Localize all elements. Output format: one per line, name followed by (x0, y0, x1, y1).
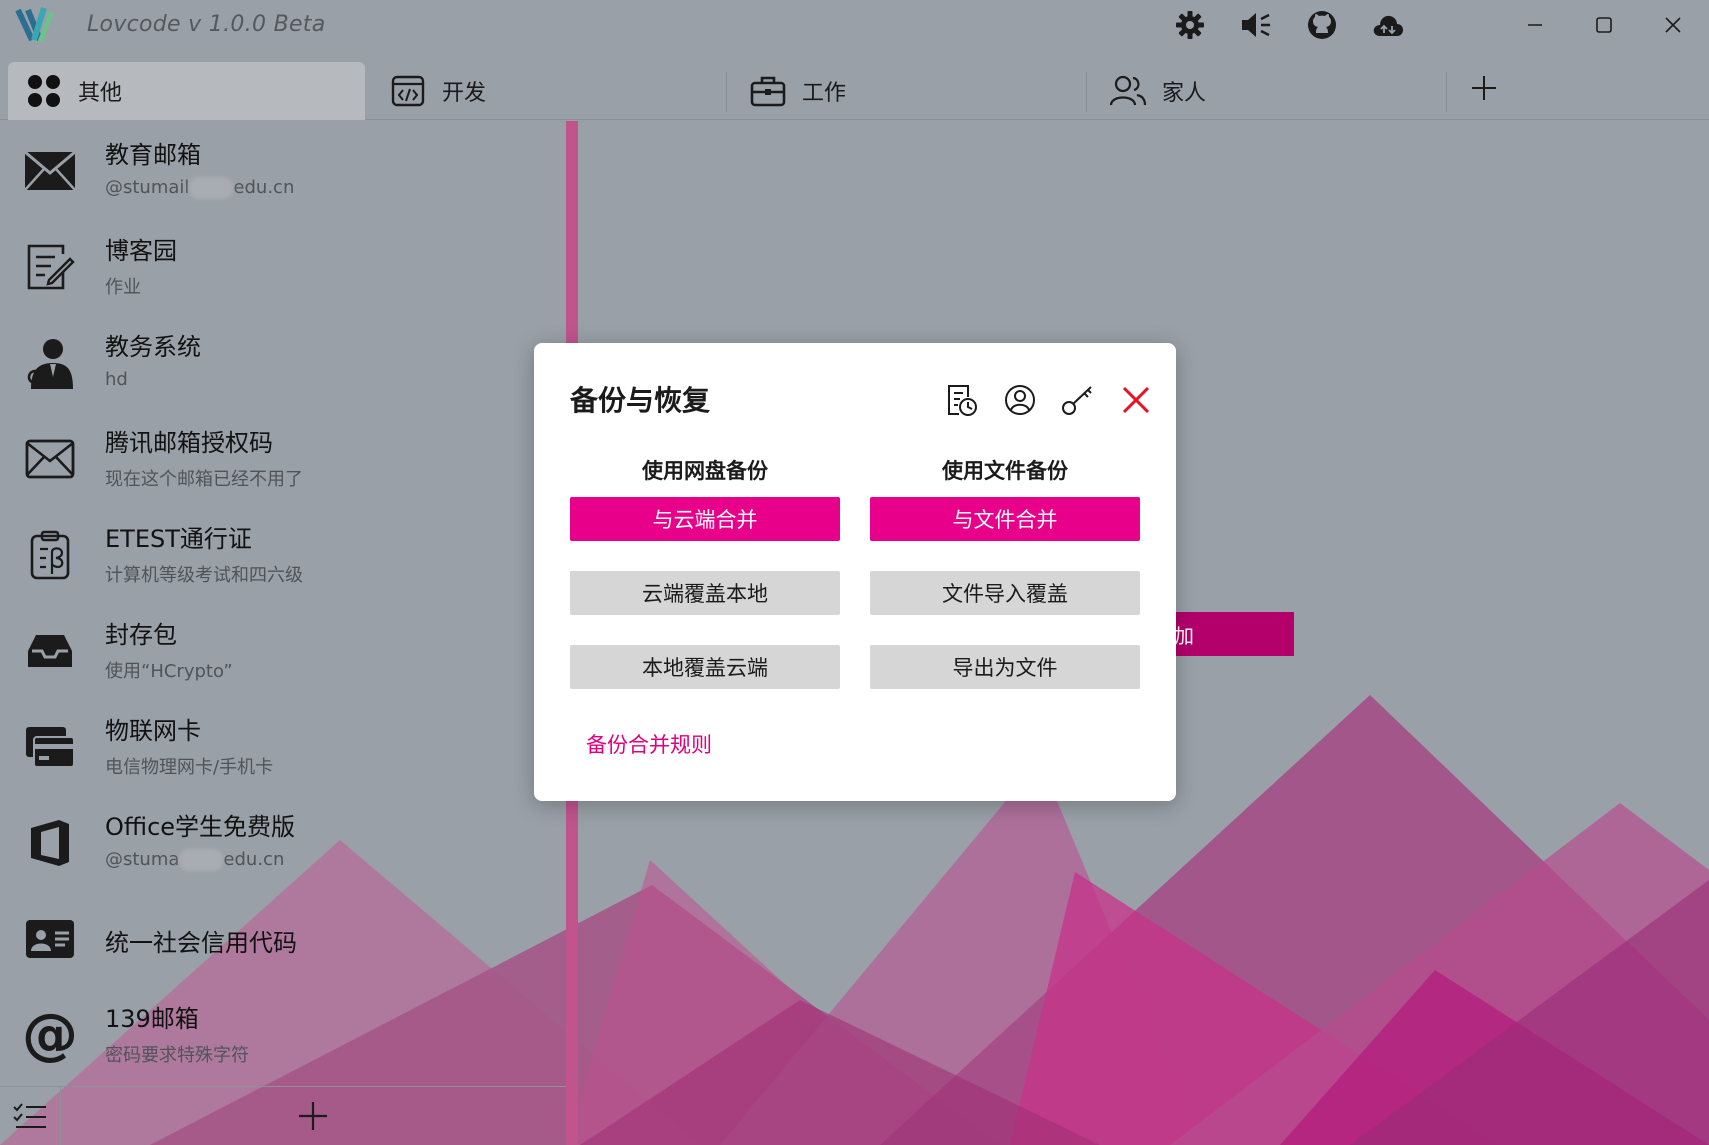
cloud-sync-icon[interactable] (1371, 9, 1405, 41)
title-bar: Lovcode v 1.0.0 Beta (0, 0, 1709, 50)
cloud-overwrite-local-button[interactable]: 云端覆盖本地 (570, 571, 840, 615)
item-name: 139邮箱 (105, 1005, 199, 1033)
list-item[interactable]: @ 139邮箱 密码要求特殊字符 (0, 985, 566, 1081)
tab-bar: 其他 开发 工作 家人 (0, 54, 1709, 120)
code-window-icon (388, 71, 428, 111)
teacher-icon (22, 335, 78, 391)
file-import-overwrite-button[interactable]: 文件导入覆盖 (870, 571, 1140, 615)
item-name: 封存包 (105, 621, 177, 649)
item-subtitle: hd (105, 369, 128, 390)
item-name: Office学生免费版 (105, 813, 296, 841)
clipboard-beta-icon (22, 527, 78, 583)
list-item[interactable]: 封存包 使用“HCrypto” (0, 601, 566, 697)
dialog-title: 备份与恢复 (570, 384, 711, 417)
tab-work[interactable]: 工作 (732, 62, 1084, 120)
at-sign-icon: @ (22, 1002, 78, 1067)
tab-label: 工作 (802, 81, 847, 106)
tab-family[interactable]: 家人 (1092, 62, 1444, 120)
bottom-separator (60, 1087, 61, 1145)
checklist-icon[interactable] (12, 1101, 48, 1133)
tab-label: 家人 (1162, 81, 1207, 106)
item-name: 统一社会信用代码 (105, 929, 297, 957)
account-icon[interactable] (1001, 381, 1039, 419)
apps-grid-icon (24, 71, 64, 111)
item-subtitle: @stuma edu.cn (105, 849, 285, 871)
item-name: 博客园 (105, 237, 177, 265)
item-name: 腾讯邮箱授权码 (105, 429, 273, 457)
note-edit-icon (22, 239, 78, 295)
gear-icon[interactable] (1173, 9, 1207, 41)
people-icon (1108, 71, 1148, 111)
redacted-blur (179, 849, 224, 871)
sidebar-bottom-bar (0, 1086, 566, 1145)
tab-label: 开发 (442, 81, 487, 106)
list-item[interactable]: 物联网卡 电信物理网卡/手机卡 (0, 697, 566, 793)
plus-icon (1472, 76, 1496, 100)
file-backup-heading: 使用文件备份 (942, 459, 1068, 483)
briefcase-icon (748, 71, 788, 111)
maximize-icon[interactable] (1584, 8, 1624, 42)
item-name: ETEST通行证 (105, 525, 252, 553)
tab-other[interactable]: 其他 (8, 62, 365, 120)
id-card-icon (22, 911, 78, 967)
sidebar: 教育邮箱 @stumail edu.cn 博客园 作业 教务系统 hd 腾讯邮箱授… (0, 121, 566, 1086)
item-name: 教务系统 (105, 333, 201, 361)
redacted-blur (189, 177, 234, 199)
tab-label: 其他 (78, 81, 123, 106)
tab-separator (726, 72, 727, 112)
item-subtitle: 电信物理网卡/手机卡 (105, 757, 274, 778)
close-icon[interactable] (1117, 381, 1155, 419)
inbox-tray-icon (22, 623, 78, 679)
merge-with-cloud-button[interactable]: 与云端合并 (570, 497, 840, 541)
card-icon (22, 719, 78, 775)
list-item[interactable]: 教育邮箱 @stumail edu.cn (0, 121, 566, 217)
list-item[interactable]: ETEST通行证 计算机等级考试和四六级 (0, 505, 566, 601)
add-tab-button[interactable] (1466, 70, 1502, 106)
envelope-outline-icon (22, 431, 78, 487)
github-icon[interactable] (1305, 9, 1339, 41)
item-subtitle: 密码要求特殊字符 (105, 1045, 249, 1066)
item-subtitle: 现在这个邮箱已经不用了 (105, 469, 303, 490)
office-icon (22, 815, 78, 871)
app-logo-icon (15, 7, 55, 43)
item-name: 物联网卡 (105, 717, 201, 745)
add-item-button[interactable] (296, 1099, 330, 1133)
item-name: 教育邮箱 (105, 141, 201, 169)
list-item[interactable]: 统一社会信用代码 (0, 889, 566, 985)
log-history-icon[interactable] (943, 381, 981, 419)
list-item[interactable]: Office学生免费版 @stuma edu.cn (0, 793, 566, 889)
item-subtitle: 计算机等级考试和四六级 (105, 565, 303, 586)
minimize-icon[interactable] (1515, 8, 1555, 42)
item-subtitle: @stumail edu.cn (105, 177, 295, 199)
item-subtitle: 作业 (105, 277, 141, 298)
export-to-file-button[interactable]: 导出为文件 (870, 645, 1140, 689)
merge-with-file-button[interactable]: 与文件合并 (870, 497, 1140, 541)
app-title: Lovcode v 1.0.0 Beta (87, 12, 326, 37)
background-action-button: 加 (1160, 612, 1294, 656)
item-subtitle: 使用“HCrypto” (105, 661, 233, 682)
key-icon[interactable] (1059, 381, 1097, 419)
tab-separator (1446, 72, 1447, 112)
list-item[interactable]: 教务系统 hd (0, 313, 566, 409)
envelope-icon (22, 143, 78, 199)
tab-separator (1086, 72, 1087, 112)
close-icon[interactable] (1653, 8, 1693, 42)
cloud-backup-heading: 使用网盘备份 (642, 459, 768, 483)
speaker-icon[interactable] (1239, 9, 1273, 41)
merge-rules-link[interactable]: 备份合并规则 (586, 729, 712, 759)
list-item[interactable]: 腾讯邮箱授权码 现在这个邮箱已经不用了 (0, 409, 566, 505)
backup-restore-dialog: 备份与恢复 使用网盘备份 使用文件备份 与云端合并 与文件合并 云端覆盖本地 文… (534, 343, 1176, 801)
tab-development[interactable]: 开发 (372, 62, 724, 120)
local-overwrite-cloud-button[interactable]: 本地覆盖云端 (570, 645, 840, 689)
list-item[interactable]: 博客园 作业 (0, 217, 566, 313)
